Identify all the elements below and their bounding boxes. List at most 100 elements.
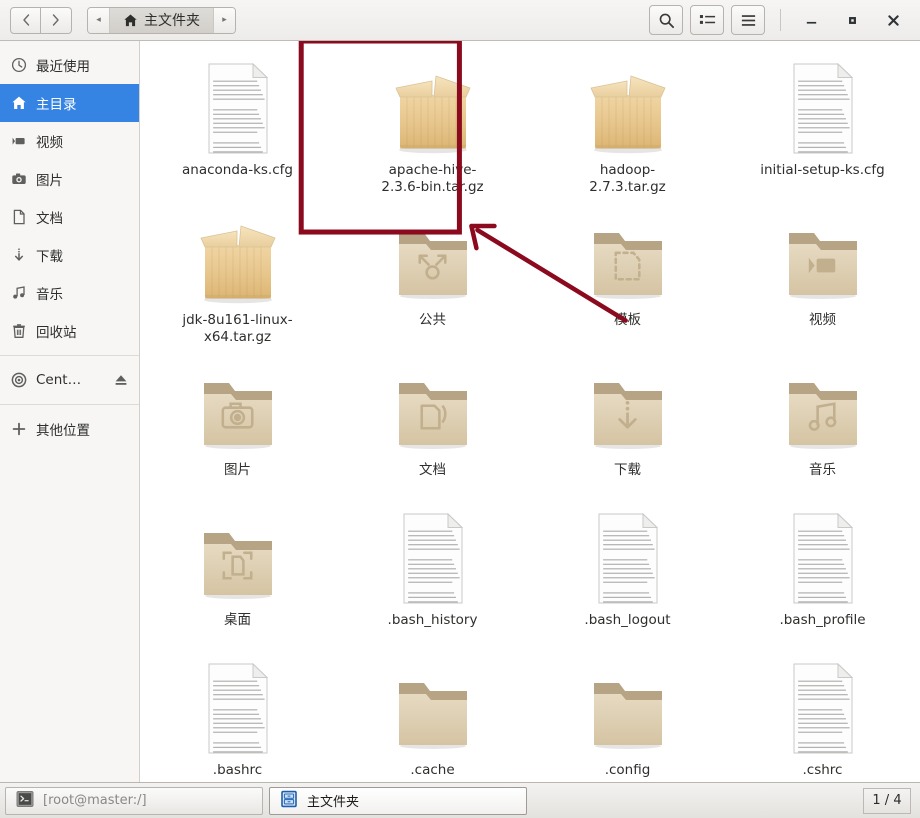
document-icon <box>10 209 27 226</box>
home-icon <box>124 14 137 26</box>
sidebar-device-label: Cent… <box>36 372 82 388</box>
file-icon-folder <box>191 363 285 455</box>
file-grid-area[interactable]: anaconda-ks.cfg apache-hive-2.3.6-bin.tar… <box>140 41 920 782</box>
file-item[interactable]: .bash_logout <box>530 499 725 649</box>
sidebar-item-label: 视频 <box>36 135 63 151</box>
file-label: apache-hive-2.3.6-bin.tar.gz <box>381 162 484 195</box>
folder-icon <box>398 683 467 749</box>
folder-icon <box>788 233 857 299</box>
file-item[interactable]: .bash_history <box>335 499 530 649</box>
download-icon <box>10 247 27 264</box>
file-icon-document <box>203 663 273 755</box>
home-icon <box>11 96 26 109</box>
sidebar-item-label: 回收站 <box>36 325 77 341</box>
music-icon <box>10 285 27 302</box>
folder-icon <box>398 233 467 299</box>
breadcrumb-home[interactable]: 主文件夹 <box>110 7 213 33</box>
maximize-button[interactable] <box>835 5 869 35</box>
file-item[interactable]: hadoop-2.7.3.tar.gz <box>530 49 725 199</box>
file-icon-folder <box>386 213 480 305</box>
file-label: .cache <box>410 762 455 778</box>
terminal-icon <box>16 790 34 812</box>
sidebar-device-0[interactable]: Cent… <box>0 361 139 399</box>
file-item[interactable]: 公共 <box>335 199 530 349</box>
document-file-icon <box>403 513 463 604</box>
document-icon <box>13 209 25 225</box>
file-item[interactable]: 文档 <box>335 349 530 499</box>
sidebar-item-6[interactable]: 音乐 <box>0 274 139 312</box>
file-grid: anaconda-ks.cfg apache-hive-2.3.6-bin.tar… <box>140 41 920 782</box>
file-item[interactable]: apache-hive-2.3.6-bin.tar.gz <box>335 49 530 199</box>
sidebar-item-label: 最近使用 <box>36 59 90 75</box>
disc-icon <box>11 372 26 388</box>
file-label: 下载 <box>614 462 641 478</box>
sidebar-item-2[interactable]: 视频 <box>0 122 139 160</box>
header-actions <box>649 5 910 35</box>
forward-button[interactable] <box>41 6 72 34</box>
trash-icon <box>10 323 27 340</box>
file-label: jdk-8u161-linux-x64.tar.gz <box>182 312 293 345</box>
sidebar-item-label: 下载 <box>36 249 63 265</box>
eject-icon[interactable] <box>113 372 129 388</box>
file-item[interactable]: .config <box>530 649 725 782</box>
workspace-switcher[interactable]: 1 / 4 <box>863 787 911 814</box>
file-label: 音乐 <box>809 462 836 478</box>
back-button[interactable] <box>10 6 41 34</box>
path-scroll-right-button[interactable]: ▸ <box>213 7 235 33</box>
file-item[interactable]: 音乐 <box>725 349 920 499</box>
taskbar-task-label: 主文件夹 <box>307 795 360 810</box>
file-item[interactable]: 下载 <box>530 349 725 499</box>
sidebar-divider-2 <box>0 404 139 405</box>
sidebar-item-5[interactable]: 下载 <box>0 236 139 274</box>
taskbar-task-0[interactable]: [root@master:/] <box>5 786 263 815</box>
file-item[interactable]: 视频 <box>725 199 920 349</box>
file-label: .config <box>604 762 651 778</box>
close-button[interactable] <box>876 5 910 35</box>
view-list-button[interactable] <box>690 5 724 35</box>
camera-icon <box>11 173 26 184</box>
file-icon-folder <box>581 363 675 455</box>
sidebar-item-0[interactable]: 最近使用 <box>0 46 139 84</box>
file-item[interactable]: .cshrc <box>725 649 920 782</box>
sidebar-item-4[interactable]: 文档 <box>0 198 139 236</box>
plus-icon <box>10 421 27 438</box>
minimize-button[interactable] <box>794 5 828 35</box>
sidebar-divider <box>0 355 139 356</box>
file-item[interactable]: 图片 <box>140 349 335 499</box>
folder-icon <box>203 533 272 599</box>
file-item[interactable]: initial-setup-ks.cfg <box>725 49 920 199</box>
archive-file-icon <box>589 75 666 154</box>
file-item[interactable]: 模板 <box>530 199 725 349</box>
file-item[interactable]: 桌面 <box>140 499 335 649</box>
sidebar-item-3[interactable]: 图片 <box>0 160 139 198</box>
terminal-icon <box>16 790 34 807</box>
file-item[interactable]: jdk-8u161-linux-x64.tar.gz <box>140 199 335 349</box>
navigation-buttons <box>10 6 72 34</box>
list-view-icon <box>699 14 715 24</box>
file-item[interactable]: anaconda-ks.cfg <box>140 49 335 199</box>
file-item[interactable]: .bash_profile <box>725 499 920 649</box>
sidebar-item-other-locations[interactable]: 其他位置 <box>0 410 139 448</box>
file-item[interactable]: .bashrc <box>140 649 335 782</box>
sidebar: 最近使用主目录视频图片 文档下载音乐回收站 Cent… 其他位置 <box>0 41 140 782</box>
search-icon <box>659 13 674 28</box>
taskbar-task-1[interactable]: 主文件夹 <box>269 786 527 815</box>
folder-icon <box>398 383 467 449</box>
sidebar-item-7[interactable]: 回收站 <box>0 312 139 350</box>
sidebar-item-1[interactable]: 主目录 <box>0 84 139 122</box>
taskbar: [root@master:/] 主文件夹 1 / 4 <box>0 782 920 818</box>
file-label: anaconda-ks.cfg <box>182 162 293 178</box>
file-label: 图片 <box>224 462 251 478</box>
triangle-right-icon: ▸ <box>222 15 227 25</box>
close-icon <box>887 14 899 26</box>
folder-icon <box>593 683 662 749</box>
document-file-icon <box>208 63 268 154</box>
menu-button[interactable] <box>731 5 765 35</box>
path-scroll-left-button[interactable]: ◂ <box>88 7 110 33</box>
search-button[interactable] <box>649 5 683 35</box>
file-icon-folder <box>581 213 675 305</box>
file-icon-archive <box>386 63 480 155</box>
download-icon <box>14 248 23 261</box>
file-item[interactable]: .cache <box>335 649 530 782</box>
file-label: 桌面 <box>224 612 251 628</box>
